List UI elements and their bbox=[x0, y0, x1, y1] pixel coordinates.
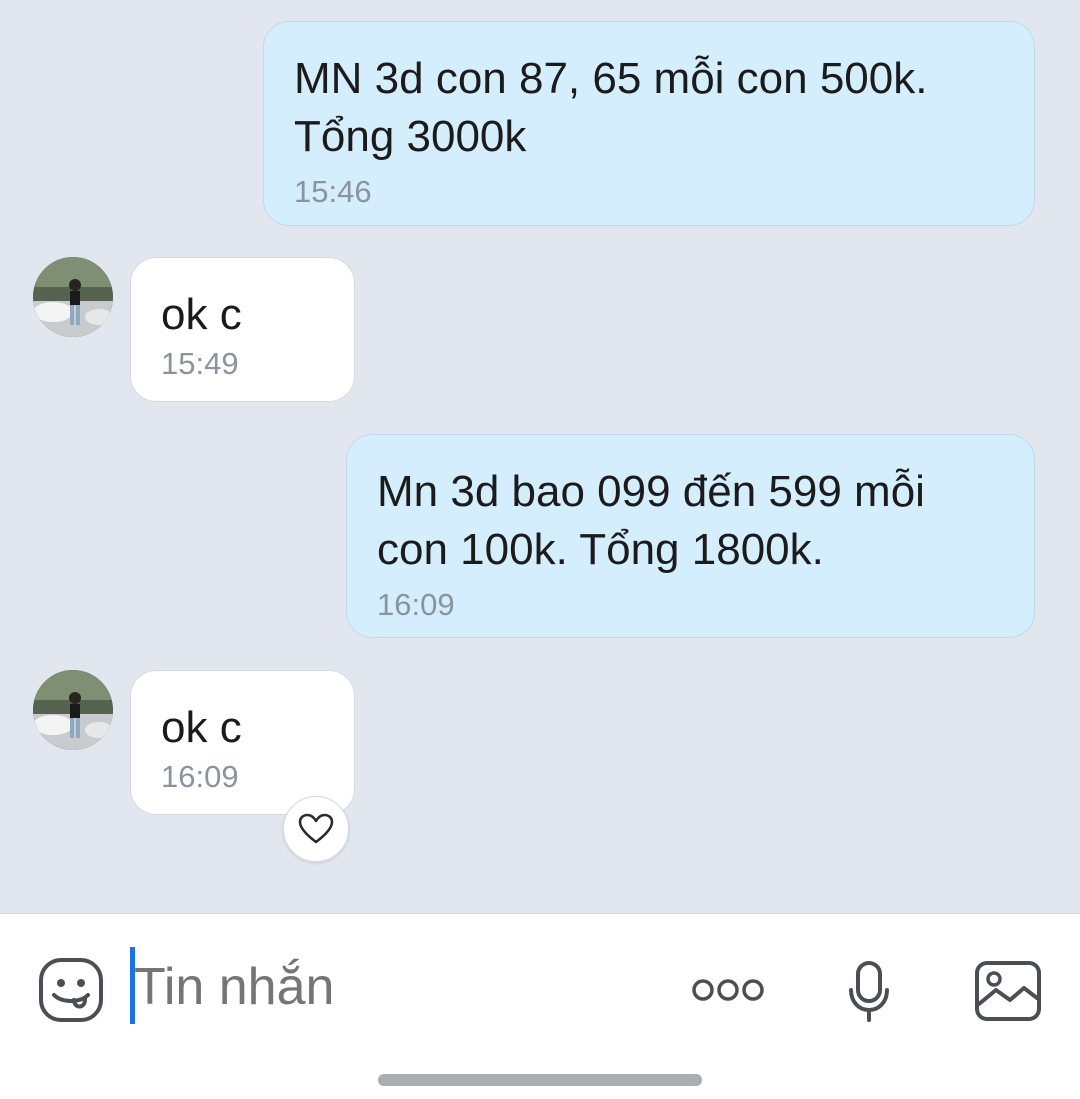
message-bubble-outgoing[interactable]: MN 3d con 87, 65 mỗi con 500k. Tổng 3000… bbox=[263, 21, 1035, 226]
message-bubble-outgoing[interactable]: Mn 3d bao 099 đến 599 mỗi con 100k. Tổng… bbox=[346, 434, 1035, 638]
image-gallery-icon bbox=[975, 961, 1041, 1021]
message-text: Mn 3d bao 099 đến 599 mỗi con 100k. Tổng… bbox=[377, 467, 925, 574]
message-text: ok c bbox=[161, 290, 242, 339]
message-time: 16:09 bbox=[377, 587, 455, 622]
react-heart-button[interactable] bbox=[283, 796, 349, 862]
message-text: ok c bbox=[161, 703, 242, 752]
more-dots-icon bbox=[692, 979, 764, 1001]
message-composer bbox=[0, 913, 1080, 1099]
chat-message-list[interactable]: MN 3d con 87, 65 mỗi con 500k. Tổng 3000… bbox=[0, 0, 1080, 913]
home-indicator[interactable] bbox=[378, 1074, 702, 1086]
message-bubble-incoming[interactable]: ok c 15:49 bbox=[130, 257, 355, 402]
microphone-icon bbox=[849, 961, 889, 1022]
heart-icon bbox=[298, 813, 334, 844]
message-time: 15:49 bbox=[161, 346, 239, 381]
message-text: MN 3d con 87, 65 mỗi con 500k. Tổng 3000… bbox=[294, 54, 928, 161]
contact-avatar[interactable] bbox=[33, 257, 113, 337]
contact-avatar[interactable] bbox=[33, 670, 113, 750]
gallery-button[interactable] bbox=[972, 959, 1044, 1023]
message-input[interactable] bbox=[134, 952, 654, 1022]
more-options-button[interactable] bbox=[688, 970, 768, 1010]
voice-record-button[interactable] bbox=[840, 959, 898, 1025]
message-bubble-incoming[interactable]: ok c 16:09 bbox=[130, 670, 355, 815]
sticker-face-icon bbox=[39, 958, 103, 1022]
message-time: 16:09 bbox=[161, 759, 239, 794]
message-time: 15:46 bbox=[294, 174, 372, 209]
sticker-button[interactable] bbox=[36, 955, 106, 1025]
